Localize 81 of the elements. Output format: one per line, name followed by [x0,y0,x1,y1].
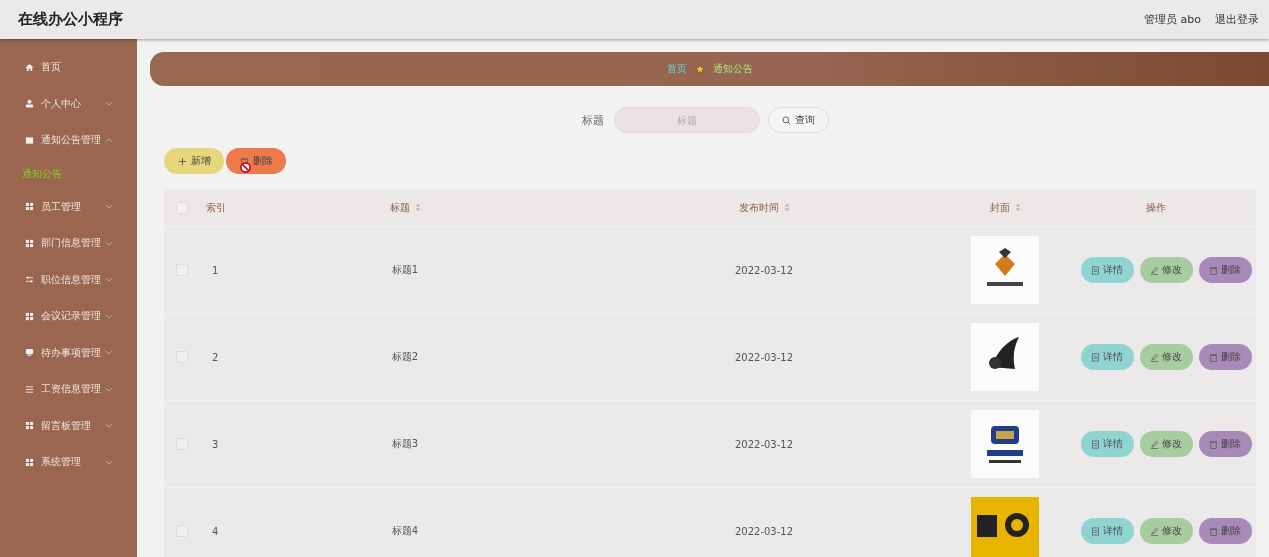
document-icon [1091,265,1100,275]
detail-button[interactable]: 详情 [1080,518,1134,544]
menu-item[interactable]: 职位信息管理 [0,261,137,298]
edit-button[interactable]: 修改 [1139,431,1193,457]
document-icon [1091,352,1100,362]
delete-button[interactable]: 删除 [1198,431,1252,457]
table-cell: 标题2 [391,350,419,364]
column-header: 操作 [1146,200,1166,215]
menu-item[interactable]: 工资信息管理 [0,371,137,408]
menu-item[interactable]: 通知公告管理 [0,122,137,159]
table-cell: 2022-03-12 [734,438,794,450]
breadcrumb-link[interactable]: 通知公告 [712,62,753,76]
grid-icon [25,457,34,467]
table-cell: 2022-03-12 [734,351,794,363]
menu-item[interactable]: 部门信息管理 [0,225,137,262]
trash-icon [1209,526,1218,536]
trash-icon [239,156,249,166]
search-button[interactable]: 查询 [768,107,829,133]
not-allowed-cursor-icon [240,162,251,173]
doc-icon [25,135,34,145]
detail-button[interactable]: 详情 [1080,257,1134,283]
edit-button[interactable]: 修改 [1139,518,1193,544]
list-icon [25,384,34,394]
column-header: 标题 [389,200,410,215]
sort-icon[interactable] [783,203,790,212]
user-name: 管理员 abo [1144,12,1201,27]
breadcrumb-link[interactable]: 首页 [666,62,687,76]
detail-button[interactable]: 详情 [1080,431,1134,457]
pencil-icon [1150,265,1159,275]
plus-icon [177,156,187,166]
grid-icon [25,238,34,248]
table-cell: 标题1 [391,263,419,277]
delete-button[interactable]: 删除 [1198,257,1252,283]
delete-button[interactable]: 删除 [1198,518,1252,544]
star-icon [694,64,705,74]
table-cell: 标题3 [391,437,419,451]
sliders-icon [25,275,34,285]
column-header: 封面 [989,200,1010,215]
trash-icon [1209,265,1218,275]
pencil-icon [1150,352,1159,362]
detail-button[interactable]: 详情 [1080,344,1134,370]
menu-item[interactable]: 待办事项管理 [0,334,137,371]
grid-icon [25,311,34,321]
grid-icon [25,421,34,431]
grid-icon [25,202,34,212]
edit-button[interactable]: 修改 [1139,257,1193,283]
table-cell: 2022-03-12 [734,525,794,537]
trash-icon [1209,352,1218,362]
app-title: 在线办公小程序 [18,10,123,29]
menu-item[interactable]: 首页 [0,49,137,86]
menu-item[interactable]: 个人中心 [0,85,137,122]
column-header: 索引 [206,200,226,215]
pencil-icon [1150,526,1159,536]
menu-item[interactable]: 系统管理 [0,444,137,481]
menu-item[interactable]: 留言板管理 [0,407,137,444]
table-cell: 4 [212,525,219,537]
menu-item[interactable]: 员工管理 [0,188,137,225]
table-cell: 标题4 [391,524,419,538]
delete-button[interactable]: 删除 [1198,344,1252,370]
sort-icon[interactable] [414,203,421,212]
delete-button[interactable]: 删除 [226,148,286,174]
trash-icon [1209,439,1218,449]
user-icon [25,99,34,109]
document-icon [1091,526,1100,536]
table-cell: 2 [212,351,219,363]
pencil-icon [1150,439,1159,449]
chat-icon [25,348,34,358]
logout-link[interactable]: 退出登录 [1215,12,1259,27]
menu-item[interactable]: 会议记录管理 [0,298,137,335]
document-icon [1091,439,1100,449]
table-cell: 1 [212,264,219,276]
sort-icon[interactable] [1014,203,1021,212]
table-cell: 3 [212,438,219,450]
search-label: 标题 [582,112,604,128]
edit-button[interactable]: 修改 [1139,344,1193,370]
add-button[interactable]: 新增 [164,148,224,174]
table-cell: 2022-03-12 [734,264,794,276]
search-icon [782,115,791,125]
column-header: 发布时间 [738,200,779,215]
home-icon [25,62,34,72]
submenu-item[interactable]: 通知公告 [0,158,137,189]
